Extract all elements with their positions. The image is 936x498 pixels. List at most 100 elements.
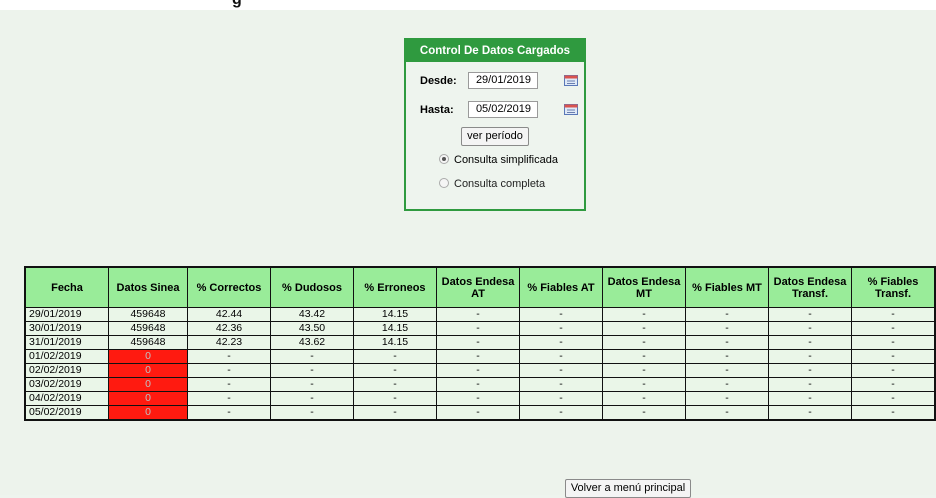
table-cell: - [852,336,934,349]
hasta-date-input[interactable]: 05/02/2019 [468,101,538,118]
calendar-icon[interactable] [564,104,578,115]
table-cell: - [354,406,436,419]
table-cell: 01/02/2019 [26,350,108,363]
radio-consulta-completa[interactable]: Consulta completa [439,178,545,194]
hasta-label: Hasta: [420,104,454,116]
table-cell: - [520,350,602,363]
table-cell: - [520,308,602,321]
table-cell: - [437,364,519,377]
table-cell: - [852,322,934,335]
table-cell: 04/02/2019 [26,392,108,405]
table-cell: 14.15 [354,336,436,349]
table-cell: 0 [109,406,187,419]
table-cell: - [188,364,270,377]
table-cell: - [520,322,602,335]
table-cell: - [520,406,602,419]
table-cell: 30/01/2019 [26,322,108,335]
table-cell: - [603,364,685,377]
table-cell: - [686,336,768,349]
desde-row: Desde: 29/01/2019 [406,72,584,92]
table-cell: - [769,350,851,363]
table-cell: - [271,364,353,377]
calendar-icon[interactable] [564,75,578,86]
table-cell: 459648 [109,308,187,321]
table-cell: 43.62 [271,336,353,349]
table-row: 01/02/2019 0- - - - - - - - - [26,350,934,363]
table-cell: - [437,336,519,349]
table-cell: - [603,378,685,391]
table-cell: - [603,350,685,363]
table-cell: - [603,392,685,405]
table-cell: - [354,350,436,363]
table-cell: 459648 [109,336,187,349]
table-cell: 05/02/2019 [26,406,108,419]
control-panel: Control De Datos Cargados Desde: 29/01/2… [404,38,586,211]
table-cell: 02/02/2019 [26,364,108,377]
table-cell: - [437,308,519,321]
table-cell: - [603,308,685,321]
table-cell: - [852,406,934,419]
table-row: 30/01/2019 459648 42.36 43.50 14.15- - - - - - [26,322,934,335]
table-cell: - [852,364,934,377]
table-cell: - [686,350,768,363]
radio-consulta-simplificada[interactable]: Consulta simplificada [439,154,558,170]
clipped-title-text: g [232,0,242,9]
table-cell: - [769,392,851,405]
radio-simplificada-label: Consulta simplificada [454,154,558,166]
table-cell: 42.36 [188,322,270,335]
table-cell: - [686,308,768,321]
table-cell: - [188,350,270,363]
table-body: 29/01/2019 459648 42.44 43.42 14.15- - - - - -30/… [26,308,934,419]
table-cell: - [437,392,519,405]
ver-periodo-button[interactable]: ver período [461,127,529,146]
col-header-datos-endesa-transf: Datos Endesa Transf. [769,268,851,307]
col-header-fiables-at: % Fiables AT [520,268,602,307]
table-cell: - [520,392,602,405]
hasta-row: Hasta: 05/02/2019 [406,101,584,121]
table-cell: 42.23 [188,336,270,349]
table-cell: - [271,392,353,405]
table-cell: - [686,378,768,391]
table-cell: - [769,378,851,391]
table-row: 31/01/2019 459648 42.23 43.62 14.15- - - - - - [26,336,934,349]
table-row: 29/01/2019 459648 42.44 43.42 14.15- - - - - - [26,308,934,321]
table-cell: - [520,336,602,349]
table-cell: - [769,308,851,321]
table-cell: - [852,378,934,391]
table-cell: - [603,406,685,419]
table-cell: 31/01/2019 [26,336,108,349]
desde-date-input[interactable]: 29/01/2019 [468,72,538,89]
table-cell: - [686,406,768,419]
table-cell: - [188,406,270,419]
table-cell: - [603,322,685,335]
table-cell: - [686,392,768,405]
table-cell: - [852,392,934,405]
table-cell: 459648 [109,322,187,335]
table-cell: - [852,350,934,363]
col-header-datos-endesa-mt: Datos Endesa MT [603,268,685,307]
panel-title: Control De Datos Cargados [406,40,584,62]
radio-checked-icon[interactable] [439,154,449,165]
col-header-fiables-transf: % Fiables Transf. [852,268,934,307]
table-cell: 14.15 [354,308,436,321]
table-cell: - [188,378,270,391]
radio-unchecked-icon[interactable] [439,178,449,189]
table-cell: 43.42 [271,308,353,321]
table-header-row: Fecha Datos Sinea % Correctos % Dudosos … [26,268,934,307]
volver-menu-button[interactable]: Volver a menú principal [565,479,691,498]
col-header-fecha: Fecha [26,268,108,307]
table-cell: 0 [109,364,187,377]
table-cell: - [437,322,519,335]
col-header-erroneos: % Erroneos [354,268,436,307]
table-row: 02/02/2019 0- - - - - - - - - [26,364,934,377]
table-row: 05/02/2019 0- - - - - - - - - [26,406,934,419]
table-cell: 42.44 [188,308,270,321]
radio-completa-label: Consulta completa [454,178,546,190]
table-row: 03/02/2019 0- - - - - - - - - [26,378,934,391]
table-row: 04/02/2019 0- - - - - - - - - [26,392,934,405]
table-cell: - [437,406,519,419]
table-cell: - [354,392,436,405]
table-cell: - [769,322,851,335]
table-cell: - [603,336,685,349]
table-cell: - [769,364,851,377]
